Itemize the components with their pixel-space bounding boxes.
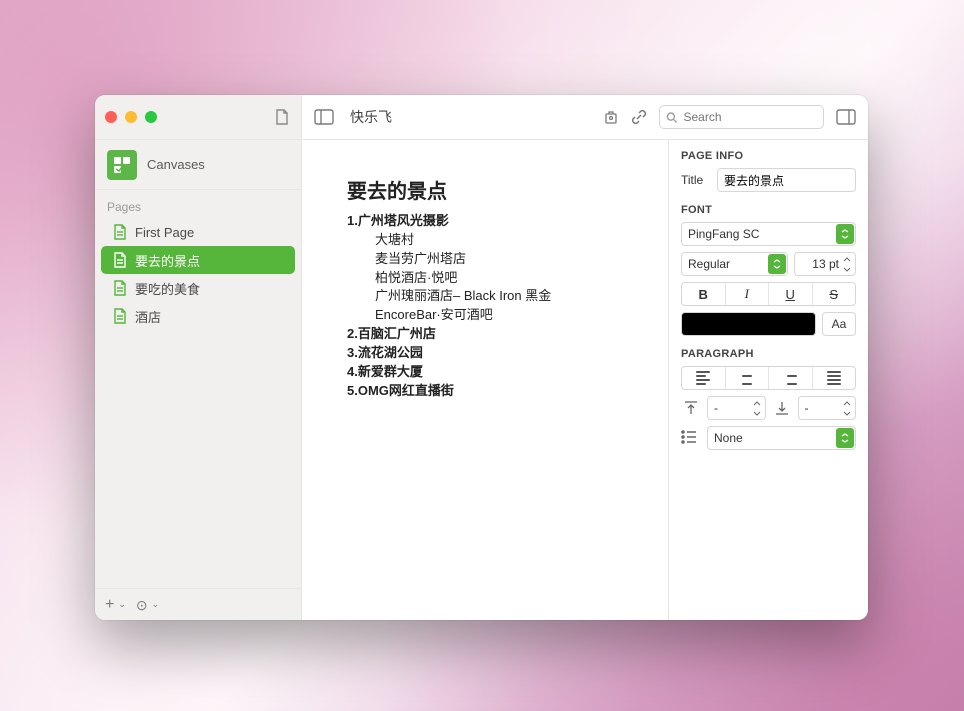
font-section: FONT PingFang SC Regular <box>681 204 856 336</box>
page-item[interactable]: 要去的景点 <box>101 246 295 274</box>
add-menu-chevron[interactable]: ⌄ <box>118 600 126 609</box>
doc-heading: 要去的景点 <box>347 175 638 204</box>
doc-line: 柏悦酒店·悦吧 <box>347 269 638 288</box>
page-item[interactable]: First Page <box>101 218 295 246</box>
align-left-button[interactable] <box>682 367 726 389</box>
spacing-before-icon <box>681 396 701 420</box>
pages-list: First Page 要去的景点要吃的美食酒店 <box>95 218 301 330</box>
search-icon <box>666 111 678 124</box>
select-chevron-icon <box>836 428 854 448</box>
add-page-button[interactable]: + <box>105 597 114 613</box>
title-input[interactable] <box>717 168 856 192</box>
underline-button[interactable]: U <box>769 283 813 305</box>
italic-button[interactable]: I <box>726 283 770 305</box>
doc-content: 1.广州塔风光摄影大塘村麦当劳广州塔店柏悦酒店·悦吧广州瑰丽酒店– Black … <box>347 212 638 400</box>
list-style-icon <box>681 430 699 447</box>
page-item[interactable]: 酒店 <box>101 302 295 330</box>
font-label: FONT <box>681 204 856 216</box>
canvases-icon <box>107 150 137 180</box>
app-window: Canvases Pages First Page 要去的景点要吃的美食酒店 + … <box>95 95 868 620</box>
doc-line: 3.流花湖公园 <box>347 344 638 363</box>
search-field[interactable] <box>659 105 824 129</box>
doc-line: 5.OMG网红直播街 <box>347 382 638 401</box>
toolbar: 快乐飞 <box>302 95 868 140</box>
main: 快乐飞 <box>302 95 868 620</box>
close-button[interactable] <box>105 111 117 123</box>
paragraph-section: PARAGRAPH - <box>681 348 856 450</box>
font-size-stepper[interactable]: 13 pt <box>794 252 856 276</box>
select-chevron-icon <box>768 254 786 274</box>
stepper-icon <box>840 254 854 274</box>
search-input[interactable] <box>684 110 818 124</box>
doc-line: 大塘村 <box>347 231 638 250</box>
text-style-segment: B I U S <box>681 282 856 306</box>
select-chevron-icon <box>836 224 854 244</box>
list-style-select[interactable]: None <box>707 426 856 450</box>
page-info-label: PAGE INFO <box>681 150 856 162</box>
page-item-label: 酒店 <box>135 307 161 326</box>
page-item-label: First Page <box>135 225 194 240</box>
alignment-segment <box>681 366 856 390</box>
more-menu-button[interactable]: ⊙ <box>136 598 148 612</box>
font-family-select[interactable]: PingFang SC <box>681 222 856 246</box>
new-document-icon[interactable] <box>273 108 291 126</box>
page-item[interactable]: 要吃的美食 <box>101 274 295 302</box>
canvases-label: Canvases <box>147 157 205 172</box>
paragraph-label: PARAGRAPH <box>681 348 856 360</box>
doc-line: 1.广州塔风光摄影 <box>347 212 638 231</box>
align-center-button[interactable] <box>726 367 770 389</box>
doc-line: 2.百脑汇广州店 <box>347 325 638 344</box>
page-icon <box>113 252 127 268</box>
canvas[interactable]: 要去的景点 1.广州塔风光摄影大塘村麦当劳广州塔店柏悦酒店·悦吧广州瑰丽酒店– … <box>302 140 668 620</box>
spacing-after-icon <box>772 396 792 420</box>
font-style-select[interactable]: Regular <box>681 252 788 276</box>
sidebar: Canvases Pages First Page 要去的景点要吃的美食酒店 + … <box>95 95 302 620</box>
title-field-label: Title <box>681 173 711 187</box>
document-title: 快乐飞 <box>350 107 392 127</box>
page-info-section: PAGE INFO Title <box>681 150 856 192</box>
strike-button[interactable]: S <box>813 283 856 305</box>
more-menu-chevron[interactable]: ⌄ <box>152 600 160 609</box>
inspector: PAGE INFO Title FONT PingFang SC <box>668 140 868 620</box>
doc-line: 麦当劳广州塔店 <box>347 250 638 269</box>
page-item-label: 要吃的美食 <box>135 279 200 298</box>
page-icon <box>113 224 127 240</box>
text-options-button[interactable]: Aa <box>822 312 856 336</box>
window-controls <box>105 111 157 123</box>
text-color-swatch[interactable] <box>681 312 816 336</box>
main-body: 要去的景点 1.广州塔风光摄影大塘村麦当劳广州塔店柏悦酒店·悦吧广州瑰丽酒店– … <box>302 140 868 620</box>
page-icon <box>113 280 127 296</box>
doc-line: 广州瑰丽酒店– Black Iron 黑金 <box>347 287 638 306</box>
page-icon <box>113 308 127 324</box>
link-icon[interactable] <box>631 109 647 125</box>
minimize-button[interactable] <box>125 111 137 123</box>
sidebar-footer: + ⌄ ⊙ ⌄ <box>95 588 301 620</box>
doc-line: 4.新爱群大厦 <box>347 363 638 382</box>
page-item-label: 要去的景点 <box>135 251 200 270</box>
canvases-section[interactable]: Canvases <box>95 140 301 190</box>
pages-header: Pages <box>95 190 301 218</box>
doc-line: EncoreBar·安可酒吧 <box>347 306 638 325</box>
zoom-button[interactable] <box>145 111 157 123</box>
toggle-inspector-icon[interactable] <box>836 109 856 125</box>
attachment-icon[interactable] <box>603 109 619 125</box>
toggle-sidebar-icon[interactable] <box>314 109 334 125</box>
bold-button[interactable]: B <box>682 283 726 305</box>
spacing-after-stepper[interactable]: - <box>798 396 857 420</box>
spacing-before-stepper[interactable]: - <box>707 396 766 420</box>
align-justify-button[interactable] <box>813 367 856 389</box>
align-right-button[interactable] <box>769 367 813 389</box>
titlebar <box>95 95 301 140</box>
